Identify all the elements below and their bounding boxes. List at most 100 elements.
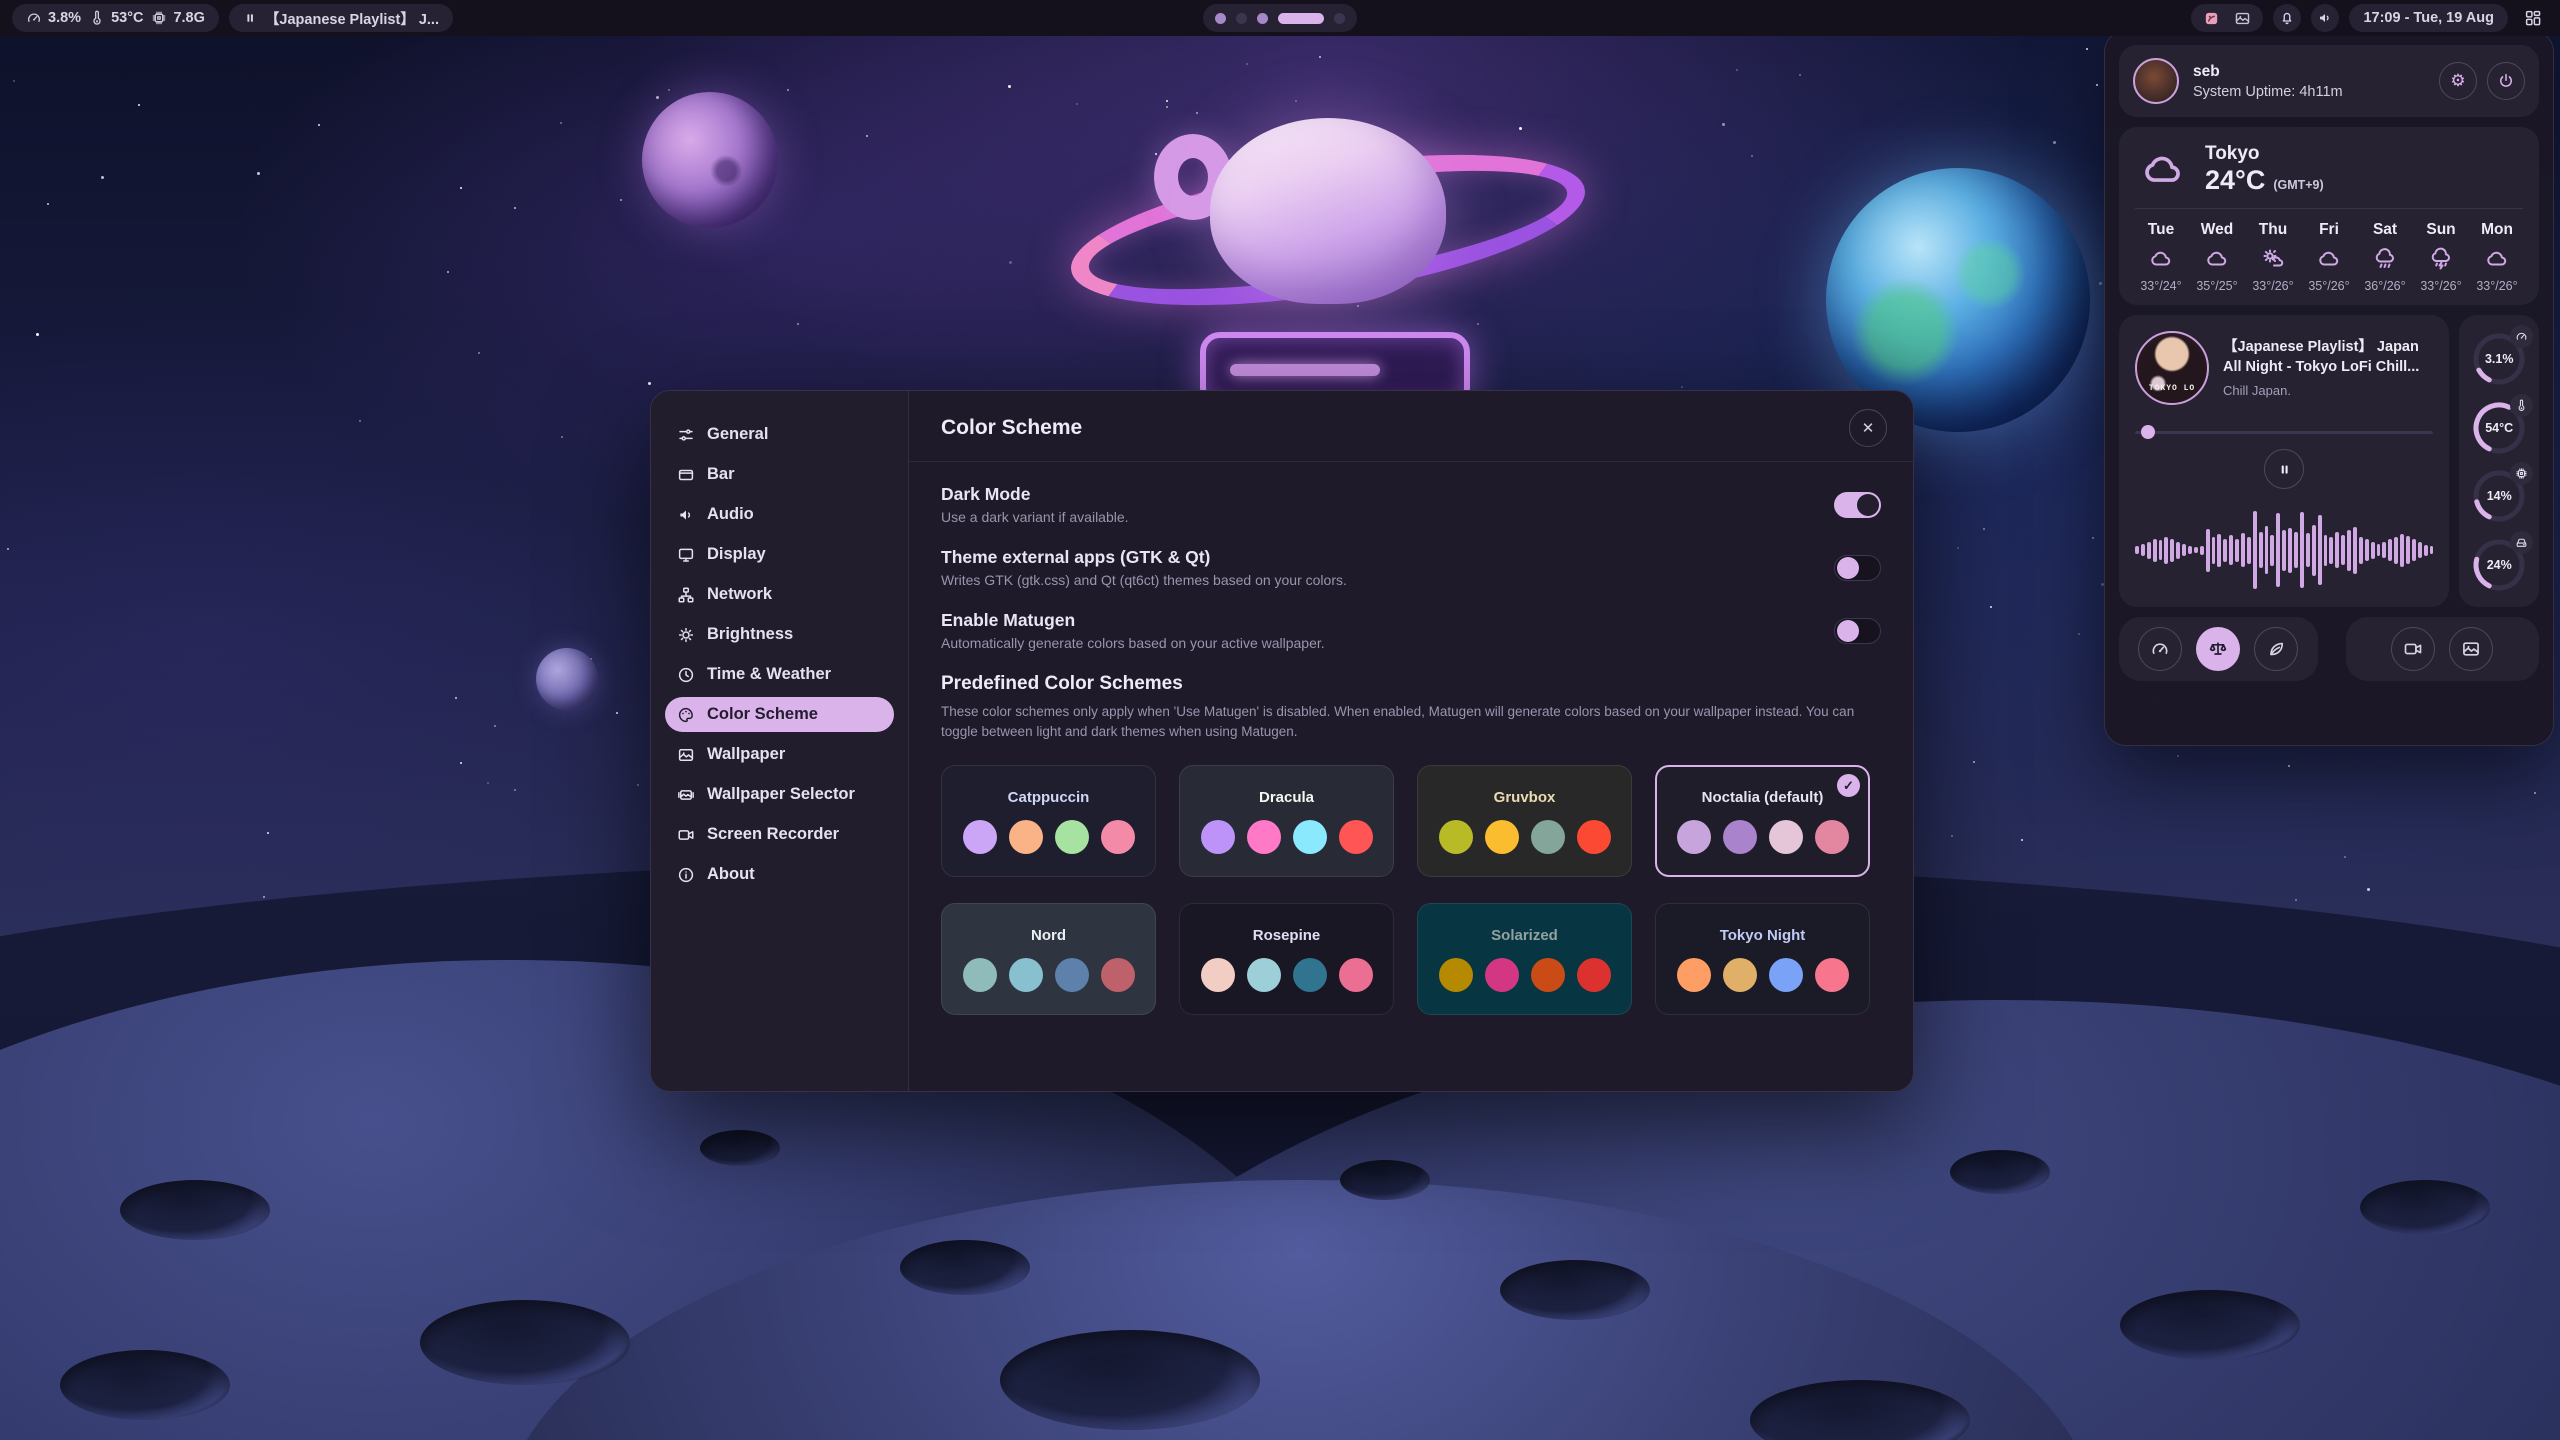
toggle-theme-external-apps-gtk-qt[interactable] xyxy=(1834,555,1881,581)
progress-handle[interactable] xyxy=(2141,425,2155,439)
scheme-card-solarized[interactable]: Solarized xyxy=(1417,903,1632,1015)
visualizer-bar xyxy=(2141,544,2145,556)
sidebar-item-time-weather[interactable]: Time & Weather xyxy=(665,657,894,692)
workspace-indicator[interactable] xyxy=(1203,4,1357,32)
color-swatch xyxy=(1055,958,1089,992)
gauge-disk: 24% xyxy=(2469,533,2529,595)
scheme-card-noctalia-default[interactable]: Noctalia (default)✓ xyxy=(1655,765,1870,877)
forecast-day: Sun33°/26° xyxy=(2413,221,2469,293)
system-tray[interactable] xyxy=(2191,4,2263,32)
visualizer-bar xyxy=(2294,532,2298,568)
power-profile-performance-button[interactable] xyxy=(2138,627,2182,671)
gauge-icon-badge xyxy=(2510,394,2533,417)
power-profile-balanced-button[interactable] xyxy=(2196,627,2240,671)
sidebar-item-network[interactable]: Network xyxy=(665,577,894,612)
sidebar-item-label: Wallpaper xyxy=(707,745,785,764)
avatar xyxy=(2133,58,2179,104)
forecast-day: Sat36°/26° xyxy=(2357,221,2413,293)
weather-card: Tokyo 24°C (GMT+9) Tue33°/24°Wed35°/25°T… xyxy=(2119,127,2539,305)
scheme-card-rosepine[interactable]: Rosepine xyxy=(1179,903,1394,1015)
settings-button[interactable]: ⚙ xyxy=(2439,62,2477,100)
workspace-dot-empty[interactable] xyxy=(1334,13,1345,24)
sidebar-item-color-scheme[interactable]: Color Scheme xyxy=(665,697,894,732)
star xyxy=(359,420,361,422)
star xyxy=(514,207,516,209)
toggle-dark-mode[interactable] xyxy=(1834,492,1881,518)
schemes-section-title: Predefined Color Schemes xyxy=(941,673,1881,695)
star xyxy=(1319,56,1321,58)
star xyxy=(2078,633,2080,635)
tray-image-icon[interactable] xyxy=(2234,10,2251,27)
visualizer-bar xyxy=(2412,539,2416,561)
power-button[interactable] xyxy=(2487,62,2525,100)
notifications-button[interactable] xyxy=(2273,4,2301,32)
power-profile-eco-button[interactable] xyxy=(2254,627,2298,671)
star xyxy=(2534,792,2536,794)
sidebar-item-display[interactable]: Display xyxy=(665,537,894,572)
play-pause-button[interactable] xyxy=(2264,449,2304,489)
app-launcher-button[interactable] xyxy=(2518,3,2548,33)
visualizer-bar xyxy=(2206,529,2210,572)
scheme-card-nord[interactable]: Nord xyxy=(941,903,1156,1015)
workspace-dot-active[interactable] xyxy=(1278,13,1324,24)
color-swatch xyxy=(1439,820,1473,854)
window-icon xyxy=(677,466,695,484)
sidebar-item-screen-recorder[interactable]: Screen Recorder xyxy=(665,817,894,852)
star xyxy=(138,104,140,106)
scheme-card-catppuccin[interactable]: Catppuccin xyxy=(941,765,1156,877)
screen-recorder-button[interactable] xyxy=(2391,627,2435,671)
crater xyxy=(60,1350,230,1420)
scales-icon xyxy=(2208,639,2228,659)
color-swatch xyxy=(1531,820,1565,854)
scheme-card-dracula[interactable]: Dracula xyxy=(1179,765,1394,877)
sidebar-item-about[interactable]: About xyxy=(665,857,894,892)
star xyxy=(2295,899,2297,901)
album-art-label: TOKYO LO xyxy=(2137,384,2207,393)
color-swatch xyxy=(1769,958,1803,992)
color-swatch xyxy=(1293,820,1327,854)
chip-icon xyxy=(151,10,167,26)
system-stats-card: 3.1% 54°C 14% 24% xyxy=(2459,315,2539,607)
sidebar-item-bar[interactable]: Bar xyxy=(665,457,894,492)
visualizer-bar xyxy=(2318,515,2322,585)
workspace-dot-occupied[interactable] xyxy=(1257,13,1268,24)
star xyxy=(13,80,15,82)
grid-icon xyxy=(2524,9,2542,27)
sidebar-item-audio[interactable]: Audio xyxy=(665,497,894,532)
visualizer-bar xyxy=(2329,537,2333,564)
star xyxy=(2344,856,2346,858)
wallpaper-button[interactable] xyxy=(2449,627,2493,671)
toggle-enable-matugen[interactable] xyxy=(1834,618,1881,644)
sidebar-item-brightness[interactable]: Brightness xyxy=(665,617,894,652)
gauge-gauge: 3.1% xyxy=(2469,327,2529,389)
media-progress-bar[interactable] xyxy=(2135,425,2433,439)
bar-media-pill[interactable]: 【Japanese Playlist】 J... xyxy=(229,4,453,32)
crater xyxy=(2120,1290,2300,1360)
crater xyxy=(2360,1180,2490,1235)
close-button[interactable]: ✕ xyxy=(1849,409,1887,447)
star xyxy=(1736,69,1738,71)
volume-button[interactable] xyxy=(2311,4,2339,32)
scheme-card-tokyo-night[interactable]: Tokyo Night xyxy=(1655,903,1870,1015)
star xyxy=(257,172,260,175)
forecast-temps: 33°/26° xyxy=(2420,279,2461,293)
sidebar-item-general[interactable]: General xyxy=(665,417,894,452)
gauge-icon-badge xyxy=(2510,531,2533,554)
sidebar-item-label: Audio xyxy=(707,505,754,524)
settings-sidebar: General Bar Audio Display Network Brightness T… xyxy=(651,391,909,1091)
sidebar-item-wallpaper[interactable]: Wallpaper xyxy=(665,737,894,772)
scheme-card-gruvbox[interactable]: Gruvbox xyxy=(1417,765,1632,877)
color-swatch xyxy=(1723,820,1757,854)
workspace-dot-empty[interactable] xyxy=(1236,13,1247,24)
workspace-dot-occupied[interactable] xyxy=(1215,13,1226,24)
visualizer-bar xyxy=(2341,535,2345,565)
system-metrics-pill[interactable]: 3.8%53°C7.8G xyxy=(12,4,219,32)
small-planet xyxy=(536,648,598,710)
scheme-swatches xyxy=(1439,820,1611,854)
scheme-swatches xyxy=(963,820,1135,854)
tray-app-icon[interactable] xyxy=(2203,10,2220,27)
clock-pill[interactable]: 17:09 - Tue, 19 Aug xyxy=(2349,4,2508,32)
sidebar-item-wallpaper-selector[interactable]: Wallpaper Selector xyxy=(665,777,894,812)
media-title: 【Japanese Playlist】 Japan All Night - To… xyxy=(2223,338,2433,377)
visualizer-bar xyxy=(2259,532,2263,568)
